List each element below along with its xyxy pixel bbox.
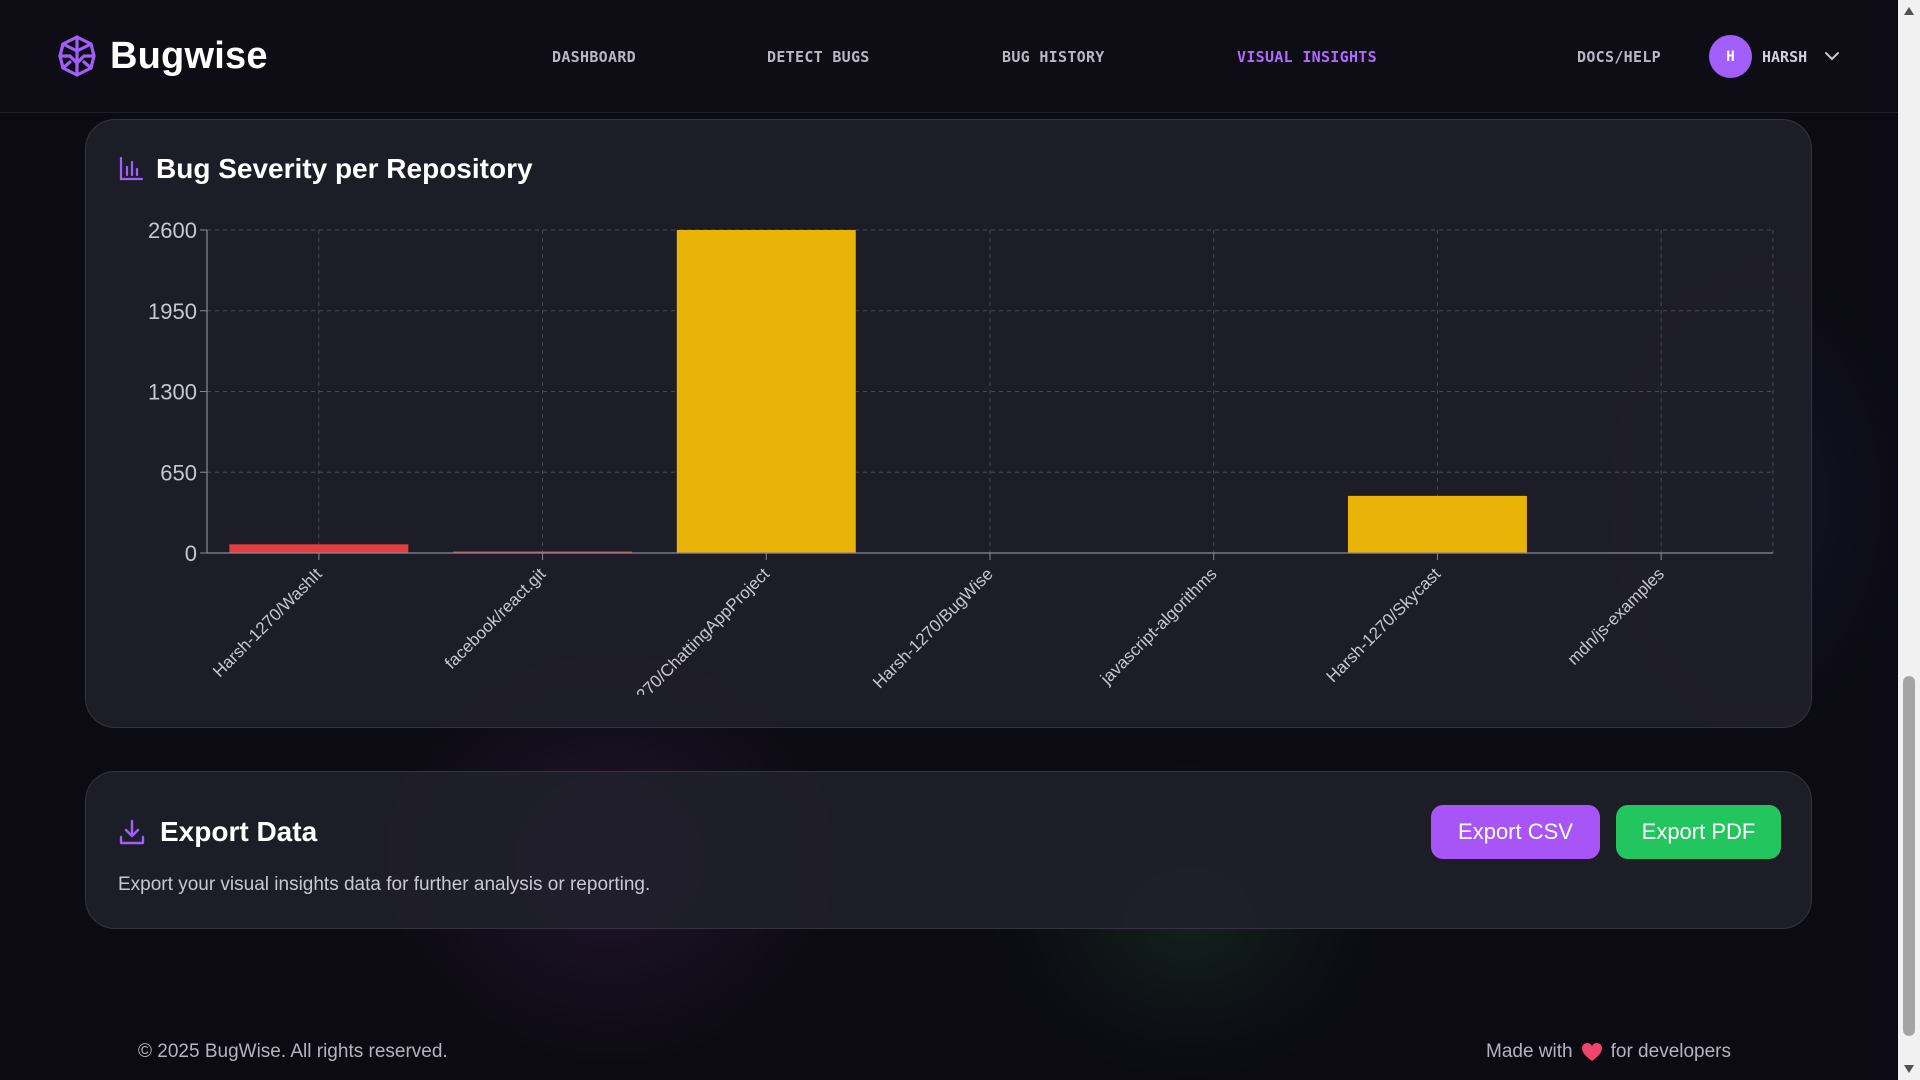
y-tick-label: 1300 xyxy=(148,380,197,405)
footer-made-with: Made with xyxy=(1486,1041,1573,1062)
export-csv-button[interactable]: Export CSV xyxy=(1431,805,1600,859)
export-card-header: Export Data xyxy=(118,816,317,848)
user-name[interactable]: HARSH xyxy=(1762,48,1807,66)
y-tick-label: 0 xyxy=(185,541,197,566)
bug-severity-card: Bug Severity per Repository 0 650 1300 1950… xyxy=(85,119,1812,728)
scroll-down-arrow-icon[interactable] xyxy=(1903,1064,1915,1074)
nav-bug-history[interactable]: BUG HISTORY xyxy=(1002,48,1105,66)
download-icon xyxy=(119,819,145,845)
user-avatar[interactable]: H xyxy=(1709,35,1752,78)
y-tick-label: 1950 xyxy=(148,299,197,324)
nav-detect-bugs[interactable]: DETECT BUGS xyxy=(767,48,870,66)
y-tick-label: 650 xyxy=(160,460,197,485)
x-tick-label: Harsh-1270/BugWise xyxy=(869,564,997,692)
x-tick-label: mdn/js-examples xyxy=(1564,564,1668,668)
y-tick-label: 2600 xyxy=(148,218,197,243)
brand-name: Bugwise xyxy=(110,34,268,77)
heart-icon xyxy=(1581,1043,1602,1061)
scrollbar-thumb[interactable] xyxy=(1903,676,1915,1036)
bug-severity-chart: 0 650 1300 1950 2600 Harsh-1270/WashIt faceboo… xyxy=(148,218,1774,729)
x-tick-labels: Harsh-1270/WashIt facebook/react.git Harsh… xyxy=(209,564,1668,729)
chevron-down-icon[interactable] xyxy=(1824,50,1840,62)
scroll-up-arrow-icon[interactable] xyxy=(1903,6,1915,16)
nav-visual-insights[interactable]: VISUAL INSIGHTS xyxy=(1237,48,1377,66)
x-tick-label: Harsh-1270/WashIt xyxy=(209,564,326,681)
brain-logo-icon xyxy=(58,35,96,77)
nav-docs-help[interactable]: DOCS/HELP xyxy=(1577,48,1661,66)
nav-dashboard[interactable]: DASHBOARD xyxy=(552,48,636,66)
x-tick-label: Harsh-1270/ChattingAppProject xyxy=(590,564,773,729)
export-pdf-button[interactable]: Export PDF xyxy=(1616,805,1781,859)
x-tick-label: Harsh-1270/Skycast xyxy=(1323,564,1445,686)
export-data-card: Export Data Export your visual insights … xyxy=(85,771,1812,929)
page-scrollbar[interactable] xyxy=(1898,0,1920,1080)
bar xyxy=(1347,495,1527,553)
export-card-title: Export Data xyxy=(160,816,318,847)
x-tick-label: facebook/react.git xyxy=(441,564,550,673)
footer-copyright: © 2025 BugWise. All rights reserved. xyxy=(138,1041,448,1062)
footer-for-developers: for developers xyxy=(1610,1041,1732,1062)
bar xyxy=(676,230,856,553)
x-tick-label: javascript-algorithms xyxy=(1096,564,1220,688)
export-description: Export your visual insights data for fur… xyxy=(118,874,651,895)
bar xyxy=(229,544,409,553)
footer-credit: Made with for developers xyxy=(1486,1041,1731,1063)
top-navbar: Bugwise DASHBOARD DETECT BUGS BUG HISTOR… xyxy=(0,0,1898,113)
brand-logo[interactable]: Bugwise xyxy=(54,33,268,79)
